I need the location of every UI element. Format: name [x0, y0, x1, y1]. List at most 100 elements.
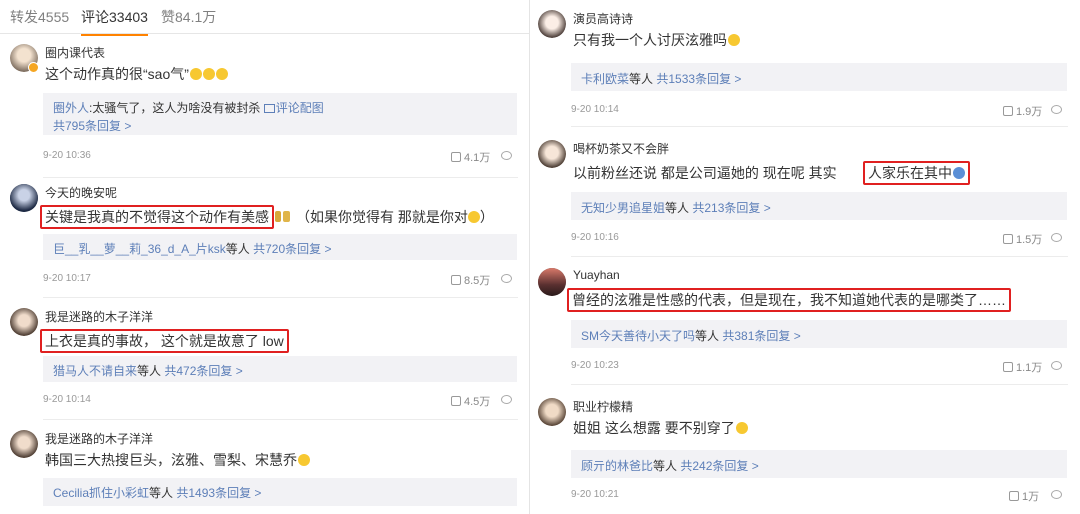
- tab-comments[interactable]: 评论33403: [81, 7, 148, 36]
- comment-username[interactable]: 喝杯奶茶又不会胖: [573, 140, 669, 157]
- emoji-icon: [275, 211, 281, 222]
- chevron-right-icon: >: [232, 364, 243, 378]
- comment-time: 9-20 10:23: [571, 360, 619, 371]
- reply-line[interactable]: 猎马人不请自来等人 共472条回复 >: [53, 362, 243, 379]
- chevron-right-icon: >: [121, 119, 132, 133]
- avatar[interactable]: [538, 10, 566, 38]
- reply-line[interactable]: 无知少男追星姐等人 共213条回复 >: [581, 199, 771, 216]
- chevron-right-icon: >: [748, 459, 759, 473]
- emoji-icon: [202, 68, 215, 80]
- reply-preview[interactable]: 顾亓的林爸比等人 共242条回复 >: [571, 450, 1067, 478]
- thumbs-up-icon: [1003, 234, 1013, 244]
- reply-icon[interactable]: [501, 395, 512, 404]
- like-button[interactable]: 4.5万: [451, 393, 490, 409]
- thumbs-up-icon: [1003, 106, 1013, 116]
- reply-preview[interactable]: 猎马人不请自来等人 共472条回复 >: [43, 356, 517, 382]
- comment-text-highlighted: 曾经的泫雅是性感的代表，但是现在，我不知道她代表的是哪类了……: [567, 288, 1011, 312]
- comment-username[interactable]: 今天的晚安呢: [45, 184, 117, 201]
- reply-line[interactable]: 顾亓的林爸比等人 共242条回复 >: [581, 457, 759, 474]
- comment-item: 今天的晚安呢 关键是我真的不觉得这个动作有美感 （如果你觉得有 那就是你对） 巨…: [10, 184, 520, 294]
- comment-time: 9-20 10:16: [571, 232, 619, 243]
- chevron-right-icon: >: [321, 242, 332, 256]
- comment-text: 韩国三大热搜巨头，泫雅、雪梨、宋慧乔: [43, 450, 312, 470]
- reply-preview[interactable]: 巨__乳__萝__莉_36_d_A_片ksk等人 共720条回复 >: [43, 234, 517, 260]
- comment-text-highlighted: 人家乐在其中: [863, 161, 970, 185]
- reply-icon[interactable]: [1051, 490, 1062, 499]
- emoji-icon: [298, 454, 310, 466]
- comment-item: Yuayhan 曾经的泫雅是性感的代表，但是现在，我不知道她代表的是哪类了…… …: [538, 268, 1068, 376]
- emoji-icon: [215, 68, 228, 80]
- chevron-right-icon: >: [760, 201, 771, 215]
- like-button[interactable]: 4.1万: [451, 149, 490, 165]
- reply-username[interactable]: 圈外人: [53, 101, 89, 115]
- reply-line[interactable]: Cecilia抓住小彩虹等人 共1493条回复 >: [53, 484, 261, 501]
- reply-preview[interactable]: Cecilia抓住小彩虹等人 共1493条回复 >: [43, 478, 517, 506]
- verified-badge-icon: [28, 62, 39, 73]
- comment-username[interactable]: 我是迷路的木子洋洋: [45, 430, 153, 447]
- chevron-right-icon: >: [790, 329, 801, 343]
- chevron-right-icon: >: [251, 486, 262, 500]
- comment-text-highlighted: 上衣是真的事故， 这个就是故意了 low: [40, 329, 289, 353]
- comment-time: 9-20 10:14: [43, 394, 91, 405]
- reply-preview[interactable]: SM今天善待小天了吗等人 共381条回复 >: [571, 320, 1067, 348]
- thumbs-up-icon: [451, 396, 461, 406]
- divider: [43, 297, 518, 298]
- comment-item: 圈内课代表 这个动作真的很“sao气” 圈外人:太骚气了，这人为啥没有被封杀 评…: [10, 44, 520, 172]
- reply-icon[interactable]: [501, 151, 512, 160]
- avatar[interactable]: [10, 308, 38, 336]
- like-button[interactable]: 1.5万: [1003, 231, 1042, 247]
- comment-time: 9-20 10:36: [43, 150, 91, 161]
- comment-text: 姐姐 这么想露 要不别穿了: [571, 418, 750, 438]
- comment-username[interactable]: 圈内课代表: [45, 44, 105, 61]
- comment-item: 职业柠檬精 姐姐 这么想露 要不别穿了 顾亓的林爸比等人 共242条回复 > 9…: [538, 398, 1068, 508]
- avatar[interactable]: [538, 140, 566, 168]
- like-button[interactable]: 8.5万: [451, 272, 490, 288]
- reply-preview[interactable]: 卡利欧菜等人 共1533条回复 >: [571, 63, 1067, 91]
- emoji-icon: [467, 211, 480, 223]
- avatar[interactable]: [538, 268, 566, 296]
- like-button[interactable]: 1.9万: [1003, 103, 1042, 119]
- tab-bar: 转发4555 评论33403 赞84.1万: [0, 0, 530, 36]
- reply-icon[interactable]: [501, 274, 512, 283]
- thumbs-up-icon: [451, 152, 461, 162]
- comment-text-continued: （如果你觉得有 那就是你对）: [275, 207, 494, 227]
- like-button[interactable]: 1.1万: [1003, 359, 1042, 375]
- thumbs-up-icon: [1003, 362, 1013, 372]
- avatar[interactable]: [10, 184, 38, 212]
- reply-total[interactable]: 共795条回复 >: [53, 117, 131, 134]
- comment-username[interactable]: Yuayhan: [573, 268, 620, 282]
- emoji-icon: [728, 34, 740, 46]
- comment-image-link[interactable]: 评论配图: [263, 101, 324, 115]
- emoji-icon: [735, 422, 748, 434]
- reply-line[interactable]: SM今天善待小天了吗等人 共381条回复 >: [581, 327, 801, 344]
- divider: [571, 256, 1068, 257]
- avatar[interactable]: [10, 430, 38, 458]
- like-button[interactable]: 1万: [1009, 488, 1039, 504]
- divider: [571, 384, 1068, 385]
- reply-preview[interactable]: 圈外人:太骚气了，这人为啥没有被封杀 评论配图 共795条回复 >: [43, 93, 517, 135]
- chevron-right-icon: >: [731, 72, 742, 86]
- reply-icon[interactable]: [1051, 105, 1062, 114]
- reply-line[interactable]: 卡利欧菜等人 共1533条回复 >: [581, 70, 741, 87]
- tab-reposts[interactable]: 转发4555: [10, 7, 69, 27]
- comment-username[interactable]: 演员高诗诗: [573, 10, 633, 27]
- right-comment-panel: 演员高诗诗 只有我一个人讨厌泫雅吗 卡利欧菜等人 共1533条回复 > 9-20…: [530, 0, 1080, 514]
- tab-likes[interactable]: 赞84.1万: [161, 7, 216, 27]
- comment-text-highlighted: 关键是我真的不觉得这个动作有美感: [40, 205, 274, 229]
- thumbs-up-icon: [451, 275, 461, 285]
- comment-username[interactable]: 职业柠檬精: [573, 398, 633, 415]
- reply-text: :太骚气了，这人为啥没有被封杀: [89, 101, 261, 115]
- comment-text: 这个动作真的很“sao气”: [43, 64, 230, 84]
- image-icon: [263, 104, 275, 113]
- reply-preview[interactable]: 无知少男追星姐等人 共213条回复 >: [571, 192, 1067, 220]
- reply-icon[interactable]: [1051, 361, 1062, 370]
- divider: [571, 126, 1068, 127]
- emoji-icon: [189, 68, 202, 80]
- comment-item: 我是迷路的木子洋洋 上衣是真的事故， 这个就是故意了 low 猎马人不请自来等人…: [10, 308, 520, 416]
- comment-text: 只有我一个人讨厌泫雅吗: [571, 30, 742, 50]
- reply-line[interactable]: 巨__乳__萝__莉_36_d_A_片ksk等人 共720条回复 >: [53, 240, 332, 257]
- avatar[interactable]: [538, 398, 566, 426]
- divider: [43, 419, 518, 420]
- reply-icon[interactable]: [1051, 233, 1062, 242]
- comment-username[interactable]: 我是迷路的木子洋洋: [45, 308, 153, 325]
